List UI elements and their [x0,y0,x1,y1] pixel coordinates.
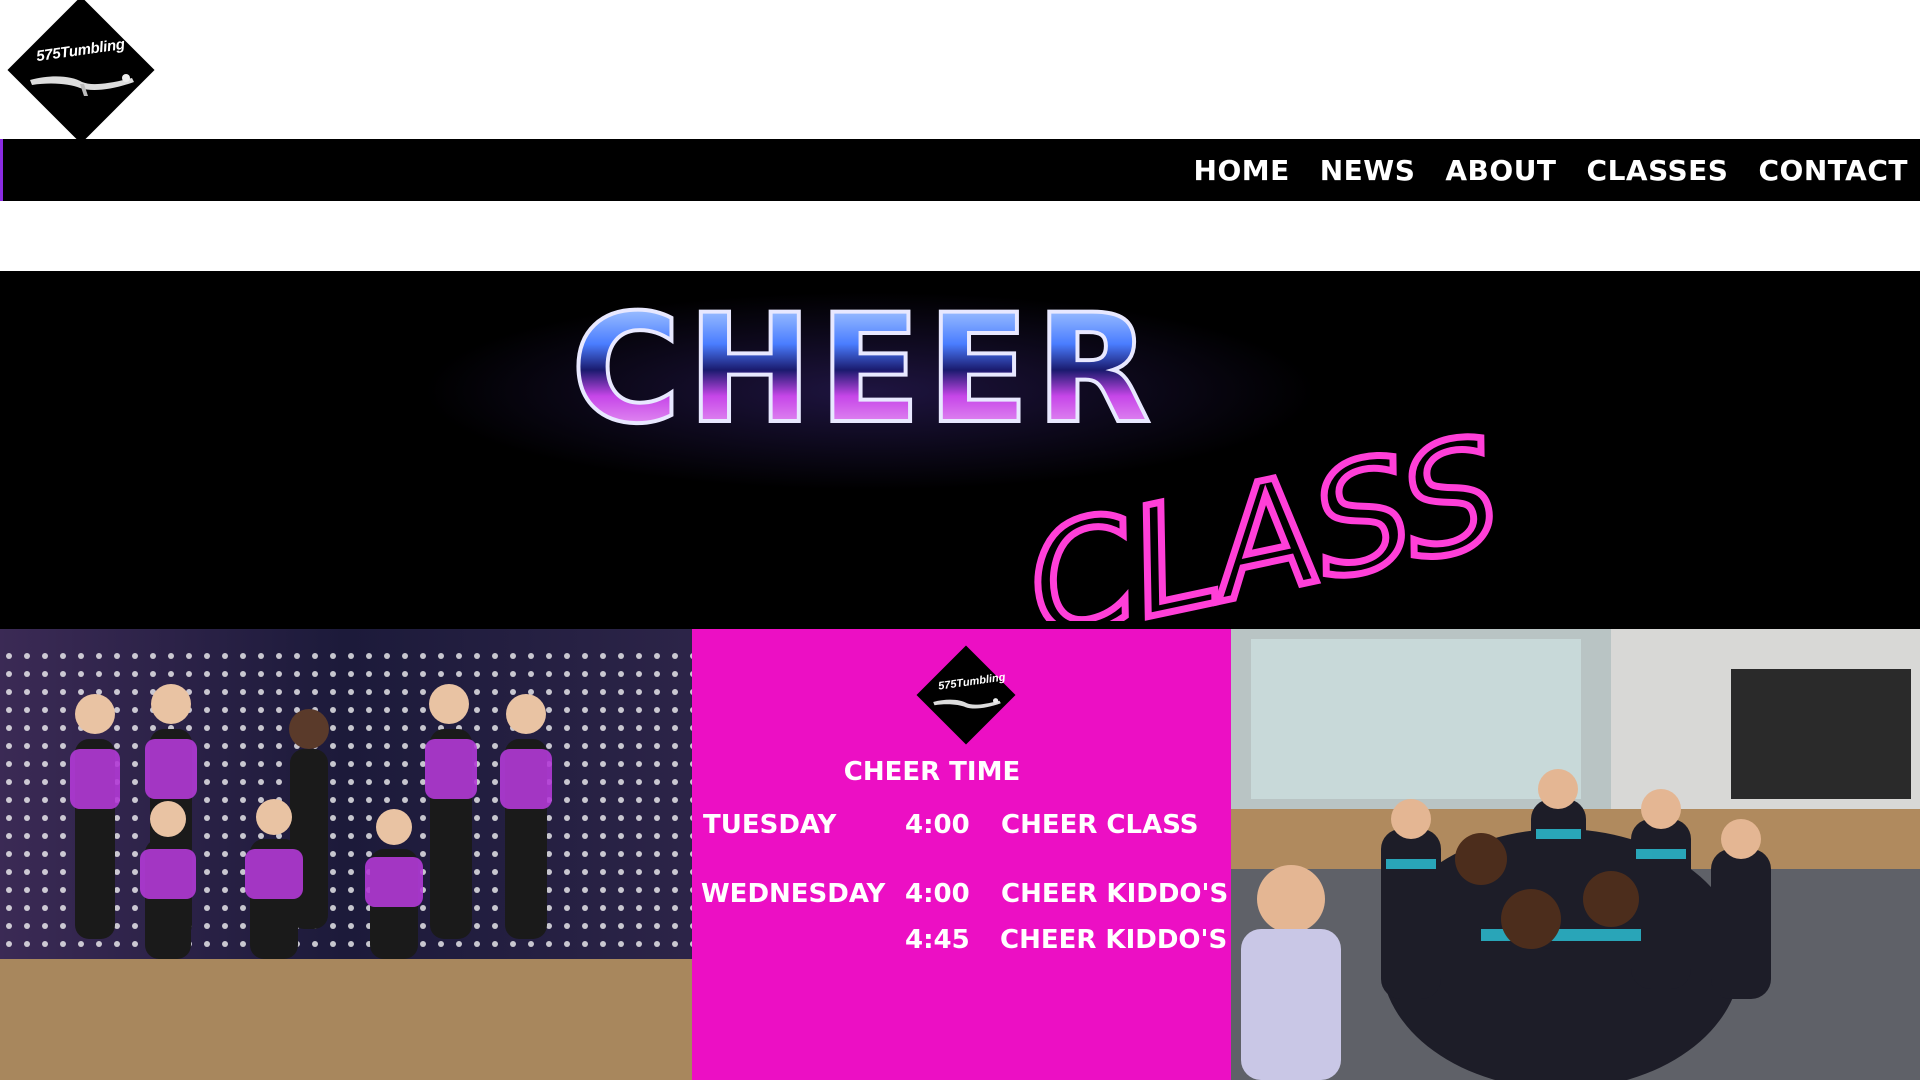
schedule-time: 4:45 [905,925,970,955]
schedule-class: CHEER CLASS [1001,810,1199,840]
nav-contact[interactable]: CONTACT [1758,154,1908,187]
nav-about[interactable]: ABOUT [1445,154,1556,187]
gymnast-silhouette-icon [30,74,134,96]
site-logo[interactable]: 575Tumbling [4,0,160,144]
gymnast-silhouette-icon [933,698,1001,709]
cheer-team-photo-right [1231,629,1920,1080]
nav-classes[interactable]: CLASSES [1587,154,1729,187]
schedule-logo: 575Tumbling [916,645,1016,745]
banner-class-title: CLASS [1010,402,1519,621]
schedule-time: 4:00 [905,810,970,840]
schedule-day: TUESDAY [703,810,837,840]
cheer-team-photo-left [0,629,692,1080]
team-huddle-image [1231,629,1920,1080]
nav-list: HOME NEWS ABOUT CLASSES CONTACT [1194,139,1908,201]
cheer-schedule-panel: 575Tumbling CHEER TIME TUESDAY 4:00 CHEE… [692,629,1231,1080]
schedule-time: 4:00 [905,879,970,909]
cheer-class-banner: CHEER CLASS [0,271,1920,629]
schedule-title: CHEER TIME [843,757,1021,787]
banner-class-text: CLASS [1013,405,1515,621]
schedule-day: WEDNESDAY [701,879,886,909]
schedule-class: CHEER KIDDO'S [1001,879,1229,909]
team-photo-image [0,629,692,1080]
nav-home[interactable]: HOME [1194,154,1290,187]
schedule-class: CHEER KIDDO'S [1000,925,1228,955]
nav-news[interactable]: NEWS [1320,154,1416,187]
main-nav: HOME NEWS ABOUT CLASSES CONTACT [0,139,1920,201]
